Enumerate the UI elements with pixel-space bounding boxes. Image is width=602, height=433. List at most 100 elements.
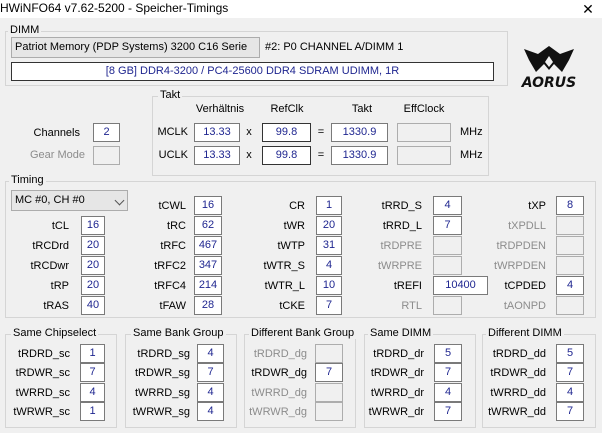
effclock-header: EffClock [403,103,445,115]
mclk-eq: = [317,126,325,138]
trdpden-label: tRDPDEN [496,240,546,252]
uclk-mul: x [246,149,252,161]
trdrd-sg-label: tRDRD_sg [137,348,190,360]
twrrd-sg-label: tWRRD_sg [134,387,190,399]
twrrd-dd-label: tWRRD_dd [490,387,546,399]
module-select[interactable]: Patriot Memory (PDP Systems) 3200 C16 Se… [11,37,260,58]
same-bank-group-label: Same Bank Group [131,327,226,339]
different-dimm-label: Different DIMM [486,327,564,339]
trdrd-dg-label: tRDRD_dg [253,348,307,360]
trdwr-dr-label: tRDWR_dr [370,367,424,379]
twrpre-value [433,256,462,275]
txp-label: tXP [528,200,546,212]
channels-value: 2 [93,123,120,142]
timing-group-label: Timing [9,174,46,186]
tfaw-label: tFAW [159,300,186,312]
tcl-value: 16 [81,216,105,235]
takt-group-label: Takt [158,89,183,101]
module-description: [8 GB] DDR4-3200 / PC4-25600 DDR4 SDRAM … [11,62,494,81]
module-select-value: Patriot Memory (PDP Systems) 3200 C16 Se… [15,41,248,53]
trdrd-dr-label: tRDRD_dr [373,348,424,360]
trdrd-dd-value: 5 [556,344,584,363]
trc-value: 62 [194,216,222,235]
slot-label: #2: P0 CHANNEL A/DIMM 1 [265,41,404,53]
trefi-label: tREFI [393,280,422,292]
twrwr-dg-label: tWRWR_dg [249,406,307,418]
trdwr-sc-label: tRDWR_sc [15,367,70,379]
twrrd-sc-value: 4 [80,383,105,402]
trdrd-sc-value: 1 [80,344,105,363]
txpdll-label: tXPDLL [508,220,546,232]
taonpd-value [556,296,584,315]
mclk-refclk: 99.8 [262,123,311,142]
twrrd-dr-label: tWRRD_dr [370,387,424,399]
aorus-logo: AORUS [514,42,584,91]
twrwr-dr-value: 7 [434,402,462,421]
window-title: HWiNFO64 v7.62-5200 - Speicher-Timings [0,1,229,15]
trdwr-sg-label: tRDWR_sg [134,367,190,379]
rtl-label: RTL [401,300,422,312]
twrpden-value [556,256,584,275]
tras-label: tRAS [43,300,69,312]
trfc4-value: 214 [194,276,222,295]
twrwr-dr-label: tWRWR_dr [368,406,424,418]
uclk-ratio: 13.33 [194,146,240,165]
twrwr-dg-value [315,402,343,421]
uclk-unit: MHz [460,149,483,161]
twr-label: tWR [283,220,305,232]
twtp-value: 31 [316,236,342,255]
gear-mode-label: Gear Mode [29,149,85,161]
mclk-unit: MHz [460,126,483,138]
twrrd-dg-label: tWRRD_dg [251,387,307,399]
same-chipselect-label: Same Chipselect [11,327,99,339]
trdrd-dr-value: 5 [434,344,462,363]
uclk-effclock [397,146,451,165]
tcpded-label: tCPDED [504,280,546,292]
rtl-value [433,296,462,315]
twrwr-sc-value: 1 [80,402,105,421]
trdwr-sg-value: 7 [197,363,224,382]
trdwr-dg-value: 7 [315,363,343,382]
trrd-l-value: 7 [433,216,462,235]
trcdwr-label: tRCDwr [30,260,70,272]
trdpden-value [556,236,584,255]
gear-mode-value [93,146,120,165]
taonpd-label: tAONPD [503,300,546,312]
trdwr-dr-value: 7 [434,363,462,382]
twrpre-label: tWRPRE [378,260,422,272]
tfaw-value: 28 [194,296,222,315]
trdpre-label: tRDPRE [380,240,422,252]
trdrd-dg-value [315,344,343,363]
twtr-l-value: 10 [316,276,342,295]
dimm-group-label: DIMM [8,24,42,36]
twrwr-sc-label: tWRWR_sc [13,406,70,418]
tcwl-value: 16 [194,196,222,215]
twrwr-dd-value: 7 [556,402,584,421]
txpdll-value [556,216,584,235]
cr-value: 1 [316,196,342,215]
twrrd-sc-label: tWRRD_sc [15,387,70,399]
twrwr-sg-label: tWRWR_sg [132,406,190,418]
twtr-l-label: tWTR_L [264,280,305,292]
twtr-s-value: 4 [316,256,342,275]
trdpre-value [433,236,462,255]
trrd-l-label: tRRD_L [382,220,422,232]
twrpden-label: tWRPDEN [494,260,546,272]
trdrd-sg-value: 4 [197,344,224,363]
uclk-clock: 1330.9 [331,146,388,165]
trdrd-sc-label: tRDRD_sc [18,348,70,360]
tcke-value: 7 [316,296,342,315]
close-button[interactable]: ✕ [574,0,602,18]
twr-value: 20 [316,216,342,235]
trefi-value: 10400 [433,276,488,295]
mclk-ratio: 13.33 [194,123,240,142]
uclk-label: UCLK [158,149,188,161]
tcpded-value: 4 [556,276,584,295]
mclk-clock: 1330.9 [331,123,388,142]
ratio-header: Verhältnis [195,103,245,115]
trcdrd-value: 20 [81,236,105,255]
chevron-down-icon [114,195,125,206]
twrrd-dg-value [315,383,343,402]
channel-select[interactable]: MC #0, CH #0 [11,190,128,211]
trfc-label: tRFC [160,240,186,252]
